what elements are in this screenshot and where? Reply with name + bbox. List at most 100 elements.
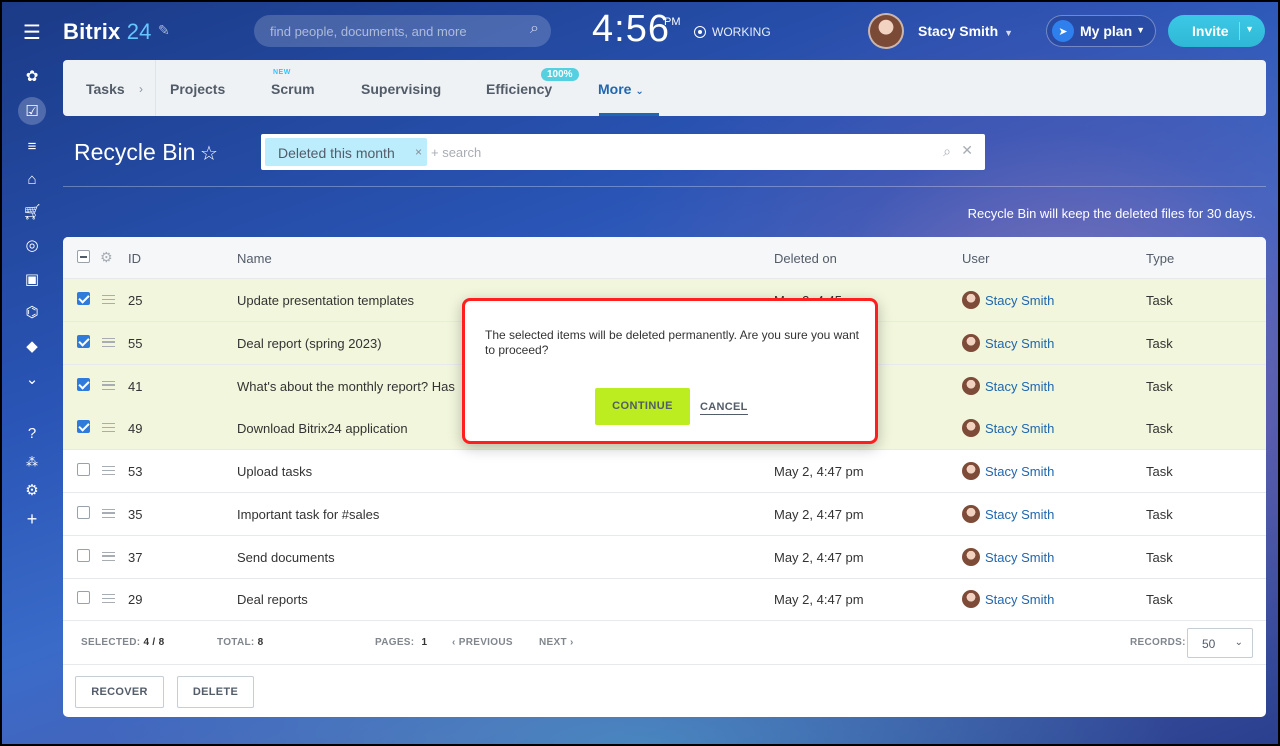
drag-handle-icon[interactable]	[102, 508, 115, 518]
row-name[interactable]: Upload tasks	[237, 464, 312, 479]
tab-supervising[interactable]: Supervising	[361, 81, 441, 97]
row-name[interactable]: Important task for #sales	[237, 507, 379, 522]
row-id: 41	[128, 378, 143, 394]
row-user-link[interactable]: Stacy Smith	[985, 507, 1054, 522]
tab-scrum[interactable]: Scrum	[271, 81, 315, 97]
contact-card-icon[interactable]: ▣	[18, 265, 46, 293]
table-header: ⚙ ID Name Deleted on User Type	[63, 237, 1266, 279]
active-tab-indicator	[599, 113, 659, 116]
tab-projects[interactable]: Projects	[170, 81, 225, 97]
tab-tasks[interactable]: Tasks	[86, 81, 125, 97]
filter-search-input[interactable]: + search	[431, 145, 481, 160]
global-search-input[interactable]: find people, documents, and more ⌕	[254, 15, 551, 47]
edit-pencil-icon[interactable]: ✎	[158, 22, 170, 39]
my-plan-button[interactable]: ➤ My plan ▼	[1046, 15, 1156, 47]
continue-button[interactable]: CONTINUE	[595, 388, 690, 425]
drag-handle-icon[interactable]	[102, 337, 115, 347]
next-page-link[interactable]: NEXT ›	[539, 637, 574, 648]
row-name[interactable]: Send documents	[237, 550, 335, 565]
row-user-link[interactable]: Stacy Smith	[985, 421, 1054, 436]
user-avatar	[962, 462, 980, 480]
cart-icon[interactable]: 🛒︎	[18, 198, 46, 226]
robot-icon[interactable]: ⌬	[18, 298, 46, 326]
table-row[interactable]: 35 Important task for #sales May 2, 4:47 p…	[63, 493, 1266, 536]
row-name[interactable]: Update presentation templates	[237, 293, 414, 308]
records-per-page-select[interactable]: 50 ⌄	[1187, 628, 1253, 658]
drag-handle-icon[interactable]	[102, 551, 115, 561]
table-settings-gear-icon[interactable]: ⚙	[100, 249, 113, 266]
drag-handle-icon[interactable]	[102, 423, 115, 433]
drag-handle-icon[interactable]	[102, 295, 115, 304]
recover-button[interactable]: RECOVER	[75, 676, 164, 708]
star-icon[interactable]: ☆	[200, 141, 218, 166]
chevron-down-circle-icon[interactable]: ⌄	[18, 365, 46, 393]
row-name[interactable]: Deal reports	[237, 592, 308, 607]
chevron-down-icon: ⌄	[635, 86, 644, 97]
records-label: RECORDS:	[1130, 637, 1186, 648]
row-checkbox[interactable]	[77, 463, 90, 476]
table-row[interactable]: 37 Send documents May 2, 4:47 pm Stacy Smit…	[63, 536, 1266, 579]
row-checkbox[interactable]	[77, 334, 90, 348]
row-name[interactable]: Download Bitrix24 application	[237, 421, 408, 436]
filter-funnel-icon[interactable]: ≡	[18, 132, 46, 160]
user-avatar	[962, 333, 980, 352]
chevron-left-icon: ‹	[452, 637, 456, 648]
drag-handle-icon[interactable]	[102, 380, 115, 390]
dialog-message: The selected items will be deleted perma…	[485, 328, 859, 357]
row-user-link[interactable]: Stacy Smith	[985, 464, 1054, 479]
row-checkbox[interactable]	[77, 548, 90, 562]
row-user-link[interactable]: Stacy Smith	[985, 293, 1054, 308]
search-icon[interactable]: ⌕	[530, 20, 539, 38]
col-deleted-on[interactable]: Deleted on	[774, 251, 837, 266]
tab-efficiency[interactable]: Efficiency	[486, 81, 552, 97]
drag-handle-icon[interactable]	[102, 466, 115, 475]
col-type[interactable]: Type	[1146, 251, 1174, 266]
clear-icon[interactable]: ✕	[961, 142, 973, 159]
col-id[interactable]: ID	[128, 251, 141, 266]
col-name[interactable]: Name	[237, 251, 272, 266]
invite-button[interactable]: Invite ▼	[1168, 15, 1265, 47]
row-type: Task	[1146, 421, 1173, 437]
row-name[interactable]: Deal report (spring 2023)	[237, 336, 382, 351]
tab-more[interactable]: More ⌄	[598, 81, 644, 97]
bank-icon[interactable]: ⌂	[18, 165, 46, 193]
search-icon[interactable]: ⌕	[943, 143, 951, 160]
work-status[interactable]: WORKING	[694, 25, 771, 39]
row-user-link[interactable]: Stacy Smith	[985, 592, 1054, 607]
settings-gear-icon[interactable]: ⚙	[18, 476, 46, 504]
row-name[interactable]: What's about the monthly report? Has	[237, 379, 455, 394]
app-logo[interactable]: Bitrix 24	[63, 19, 152, 45]
row-user-link[interactable]: Stacy Smith	[985, 379, 1054, 394]
filter-chip[interactable]: Deleted this month ×	[265, 138, 427, 166]
previous-page-link[interactable]: ‹ PREVIOUS	[452, 637, 513, 648]
row-id: 53	[128, 464, 143, 479]
row-checkbox[interactable]	[77, 420, 90, 434]
select-all-checkbox[interactable]	[77, 250, 90, 263]
filter-search-bar[interactable]: Deleted this month × + search ⌕ ✕	[261, 134, 985, 170]
drag-handle-icon[interactable]	[102, 594, 115, 604]
row-checkbox[interactable]	[77, 591, 90, 605]
row-user-link[interactable]: Stacy Smith	[985, 336, 1054, 351]
box-icon[interactable]: ◆	[18, 332, 46, 360]
delete-button[interactable]: DELETE	[177, 676, 254, 708]
structure-icon[interactable]: ⁂	[18, 448, 46, 476]
caret-down-icon: ▼	[1004, 28, 1014, 38]
table-row[interactable]: 29 Deal reports May 2, 4:47 pm Stacy Smith T…	[63, 578, 1266, 622]
row-user-link[interactable]: Stacy Smith	[985, 550, 1054, 565]
user-avatar	[962, 504, 980, 523]
plus-icon[interactable]: +	[18, 505, 46, 533]
row-checkbox[interactable]	[77, 505, 90, 519]
table-row[interactable]: 53 Upload tasks May 2, 4:47 pm Stacy Smith T…	[63, 450, 1266, 493]
feed-icon[interactable]: ✿	[18, 62, 46, 90]
help-icon[interactable]: ?	[18, 419, 46, 447]
col-user[interactable]: User	[962, 251, 989, 266]
tasks-icon[interactable]: ☑	[18, 97, 46, 125]
user-avatar[interactable]	[868, 13, 904, 49]
row-checkbox[interactable]	[77, 377, 90, 391]
cancel-button[interactable]: CANCEL	[700, 401, 748, 415]
remove-filter-icon[interactable]: ×	[415, 145, 422, 159]
user-menu[interactable]: Stacy Smith ▼	[918, 23, 1013, 39]
target-icon[interactable]: ◎	[18, 231, 46, 259]
row-checkbox[interactable]	[77, 292, 90, 305]
row-id: 49	[128, 421, 143, 437]
